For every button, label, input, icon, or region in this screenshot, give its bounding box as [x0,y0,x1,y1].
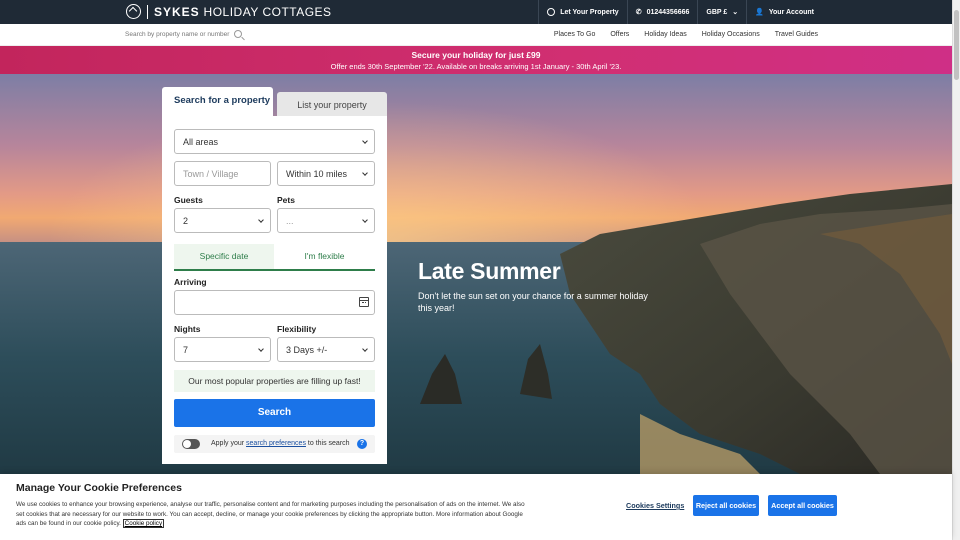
radius-select[interactable]: Within 10 miles [277,161,375,186]
pets-label: Pets [277,195,295,205]
top-bar: SYKES HOLIDAY COTTAGES Let Your Property… [0,0,952,24]
arriving-label: Arriving [174,277,207,287]
chevron-down-icon [362,170,368,176]
property-search-placeholder: Search by property name or number [125,30,230,38]
chevron-down-icon [258,217,264,223]
nav-offers[interactable]: Offers [610,31,629,38]
search-preferences-row: Apply your search preferences to this se… [174,435,375,453]
user-icon: 👤 [755,9,764,16]
preferences-text: Apply your search preferences to this se… [211,440,350,447]
chevron-down-icon [362,346,368,352]
phone-number: 01244356666 [646,8,690,16]
chevron-down-icon [362,217,368,223]
search-button[interactable]: Search [174,399,375,427]
promo-banner[interactable]: Secure your holiday for just £99 Offer e… [0,46,952,74]
chevron-down-icon: ⌄ [732,9,739,16]
town-placeholder: Town / Village [183,169,239,179]
area-value: All areas [183,137,219,147]
house-icon [547,8,556,16]
nav-links: Places To Go Offers Holiday Ideas Holida… [554,31,818,38]
promo-title: Secure your holiday for just £99 [411,50,541,60]
cookie-policy-link[interactable]: Cookie policy [122,519,165,528]
page-scrollbar[interactable] [952,0,960,540]
site-logo[interactable]: SYKES HOLIDAY COTTAGES [126,4,332,19]
hero-subtitle: Don't let the sun set on your chance for… [418,291,648,313]
pets-value: ... [286,216,294,226]
nights-label: Nights [174,324,201,334]
guests-value: 2 [183,216,189,226]
account-link[interactable]: 👤 Your Account [746,0,822,24]
hero-image: Late Summer Don't let the sun set on you… [0,74,952,474]
scrollbar-thumb[interactable] [954,10,959,80]
nights-value: 7 [183,345,189,355]
cookie-body: We use cookies to enhance your browsing … [16,501,525,527]
pref-suffix: to this search [307,440,350,447]
pets-select[interactable]: ... [277,208,375,233]
reject-cookies-button[interactable]: Reject all cookies [693,495,759,516]
town-input[interactable]: Town / Village [174,161,271,186]
promo-subtitle: Offer ends 30th September '22. Available… [330,62,622,71]
logo-text: SYKES HOLIDAY COTTAGES [154,4,332,19]
phone-link[interactable]: ✆ 01244356666 [626,0,698,24]
nav-places-to-go[interactable]: Places To Go [554,31,596,38]
nav-travel-guides[interactable]: Travel Guides [775,31,818,38]
let-property-link[interactable]: Let Your Property [538,0,626,24]
search-icon[interactable] [234,30,243,38]
nights-select[interactable]: 7 [174,337,271,362]
area-select[interactable]: All areas [174,129,375,154]
tab-list-property[interactable]: List your property [277,92,387,117]
help-icon[interactable]: ? [357,439,367,449]
flexibility-value: 3 Days +/- [286,345,328,355]
account-label: Your Account [768,8,814,16]
property-search-input[interactable]: Search by property name or number [125,30,243,38]
cookie-text: We use cookies to enhance your browsing … [16,500,526,529]
hero-title: Late Summer [418,258,561,284]
flexibility-select[interactable]: 3 Days +/- [277,337,375,362]
tab-search-property[interactable]: Search for a property [162,87,273,117]
currency-label: GBP £ [706,8,728,16]
currency-selector[interactable]: GBP £ ⌄ [697,0,746,24]
nav-holiday-occasions[interactable]: Holiday Occasions [702,31,760,38]
cookies-settings-button[interactable]: Cookies Settings [626,501,684,510]
nav-holiday-ideas[interactable]: Holiday Ideas [644,31,686,38]
phone-icon: ✆ [635,9,642,16]
flexibility-label: Flexibility [277,324,317,334]
calendar-icon[interactable] [359,297,369,307]
accept-cookies-button[interactable]: Accept all cookies [768,495,837,516]
chevron-down-icon [258,346,264,352]
tab-flexible-date[interactable]: I'm flexible [274,244,375,271]
top-utility-links: Let Your Property ✆ 01244356666 GBP £ ⌄ … [538,0,822,24]
arriving-date-input[interactable] [174,290,375,315]
guests-label: Guests [174,195,203,205]
cookie-banner: Manage Your Cookie Preferences We use co… [0,474,952,540]
logo-icon [126,4,141,19]
main-nav: Search by property name or number Places… [0,24,952,46]
pref-prefix: Apply your [211,440,245,447]
chevron-down-icon [362,138,368,144]
logo-divider [147,4,148,19]
let-property-label: Let Your Property [560,8,619,16]
search-preferences-link[interactable]: search preferences [246,440,306,447]
preferences-toggle[interactable] [182,439,200,449]
tab-specific-date[interactable]: Specific date [174,244,274,271]
radius-value: Within 10 miles [286,169,348,179]
cookie-title: Manage Your Cookie Preferences [16,482,182,494]
guests-select[interactable]: 2 [174,208,271,233]
popular-notice: Our most popular properties are filling … [174,370,375,392]
